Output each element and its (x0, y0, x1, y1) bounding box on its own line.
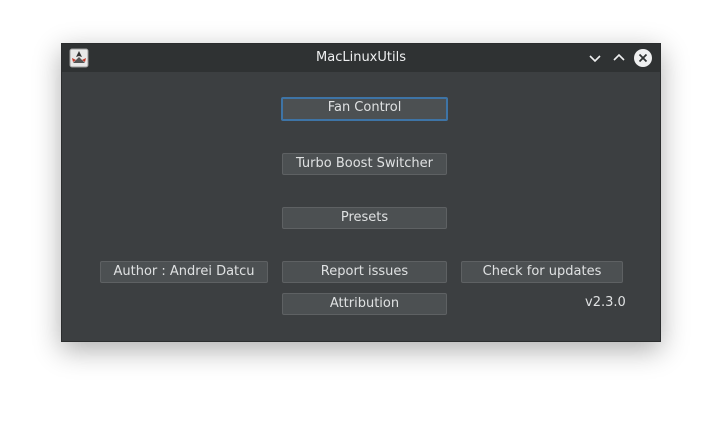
version-label: v2.3.0 (585, 295, 626, 310)
title-bar[interactable]: MacLinuxUtils (62, 44, 660, 72)
presets-button[interactable]: Presets (282, 207, 447, 229)
maximize-icon[interactable] (609, 48, 629, 68)
attribution-button[interactable]: Attribution (282, 293, 447, 315)
report-issues-button[interactable]: Report issues (282, 261, 447, 283)
check-for-updates-button[interactable]: Check for updates (461, 261, 623, 283)
close-icon[interactable] (633, 48, 653, 68)
turbo-boost-switcher-button[interactable]: Turbo Boost Switcher (282, 153, 447, 175)
author-button[interactable]: Author : Andrei Datcu (100, 261, 268, 283)
window-title: MacLinuxUtils (316, 50, 406, 65)
minimize-icon[interactable] (585, 48, 605, 68)
app-window: MacLinuxUtils Fan Control Turbo Boost Sw… (61, 43, 661, 342)
fan-control-button[interactable]: Fan Control (281, 97, 448, 121)
